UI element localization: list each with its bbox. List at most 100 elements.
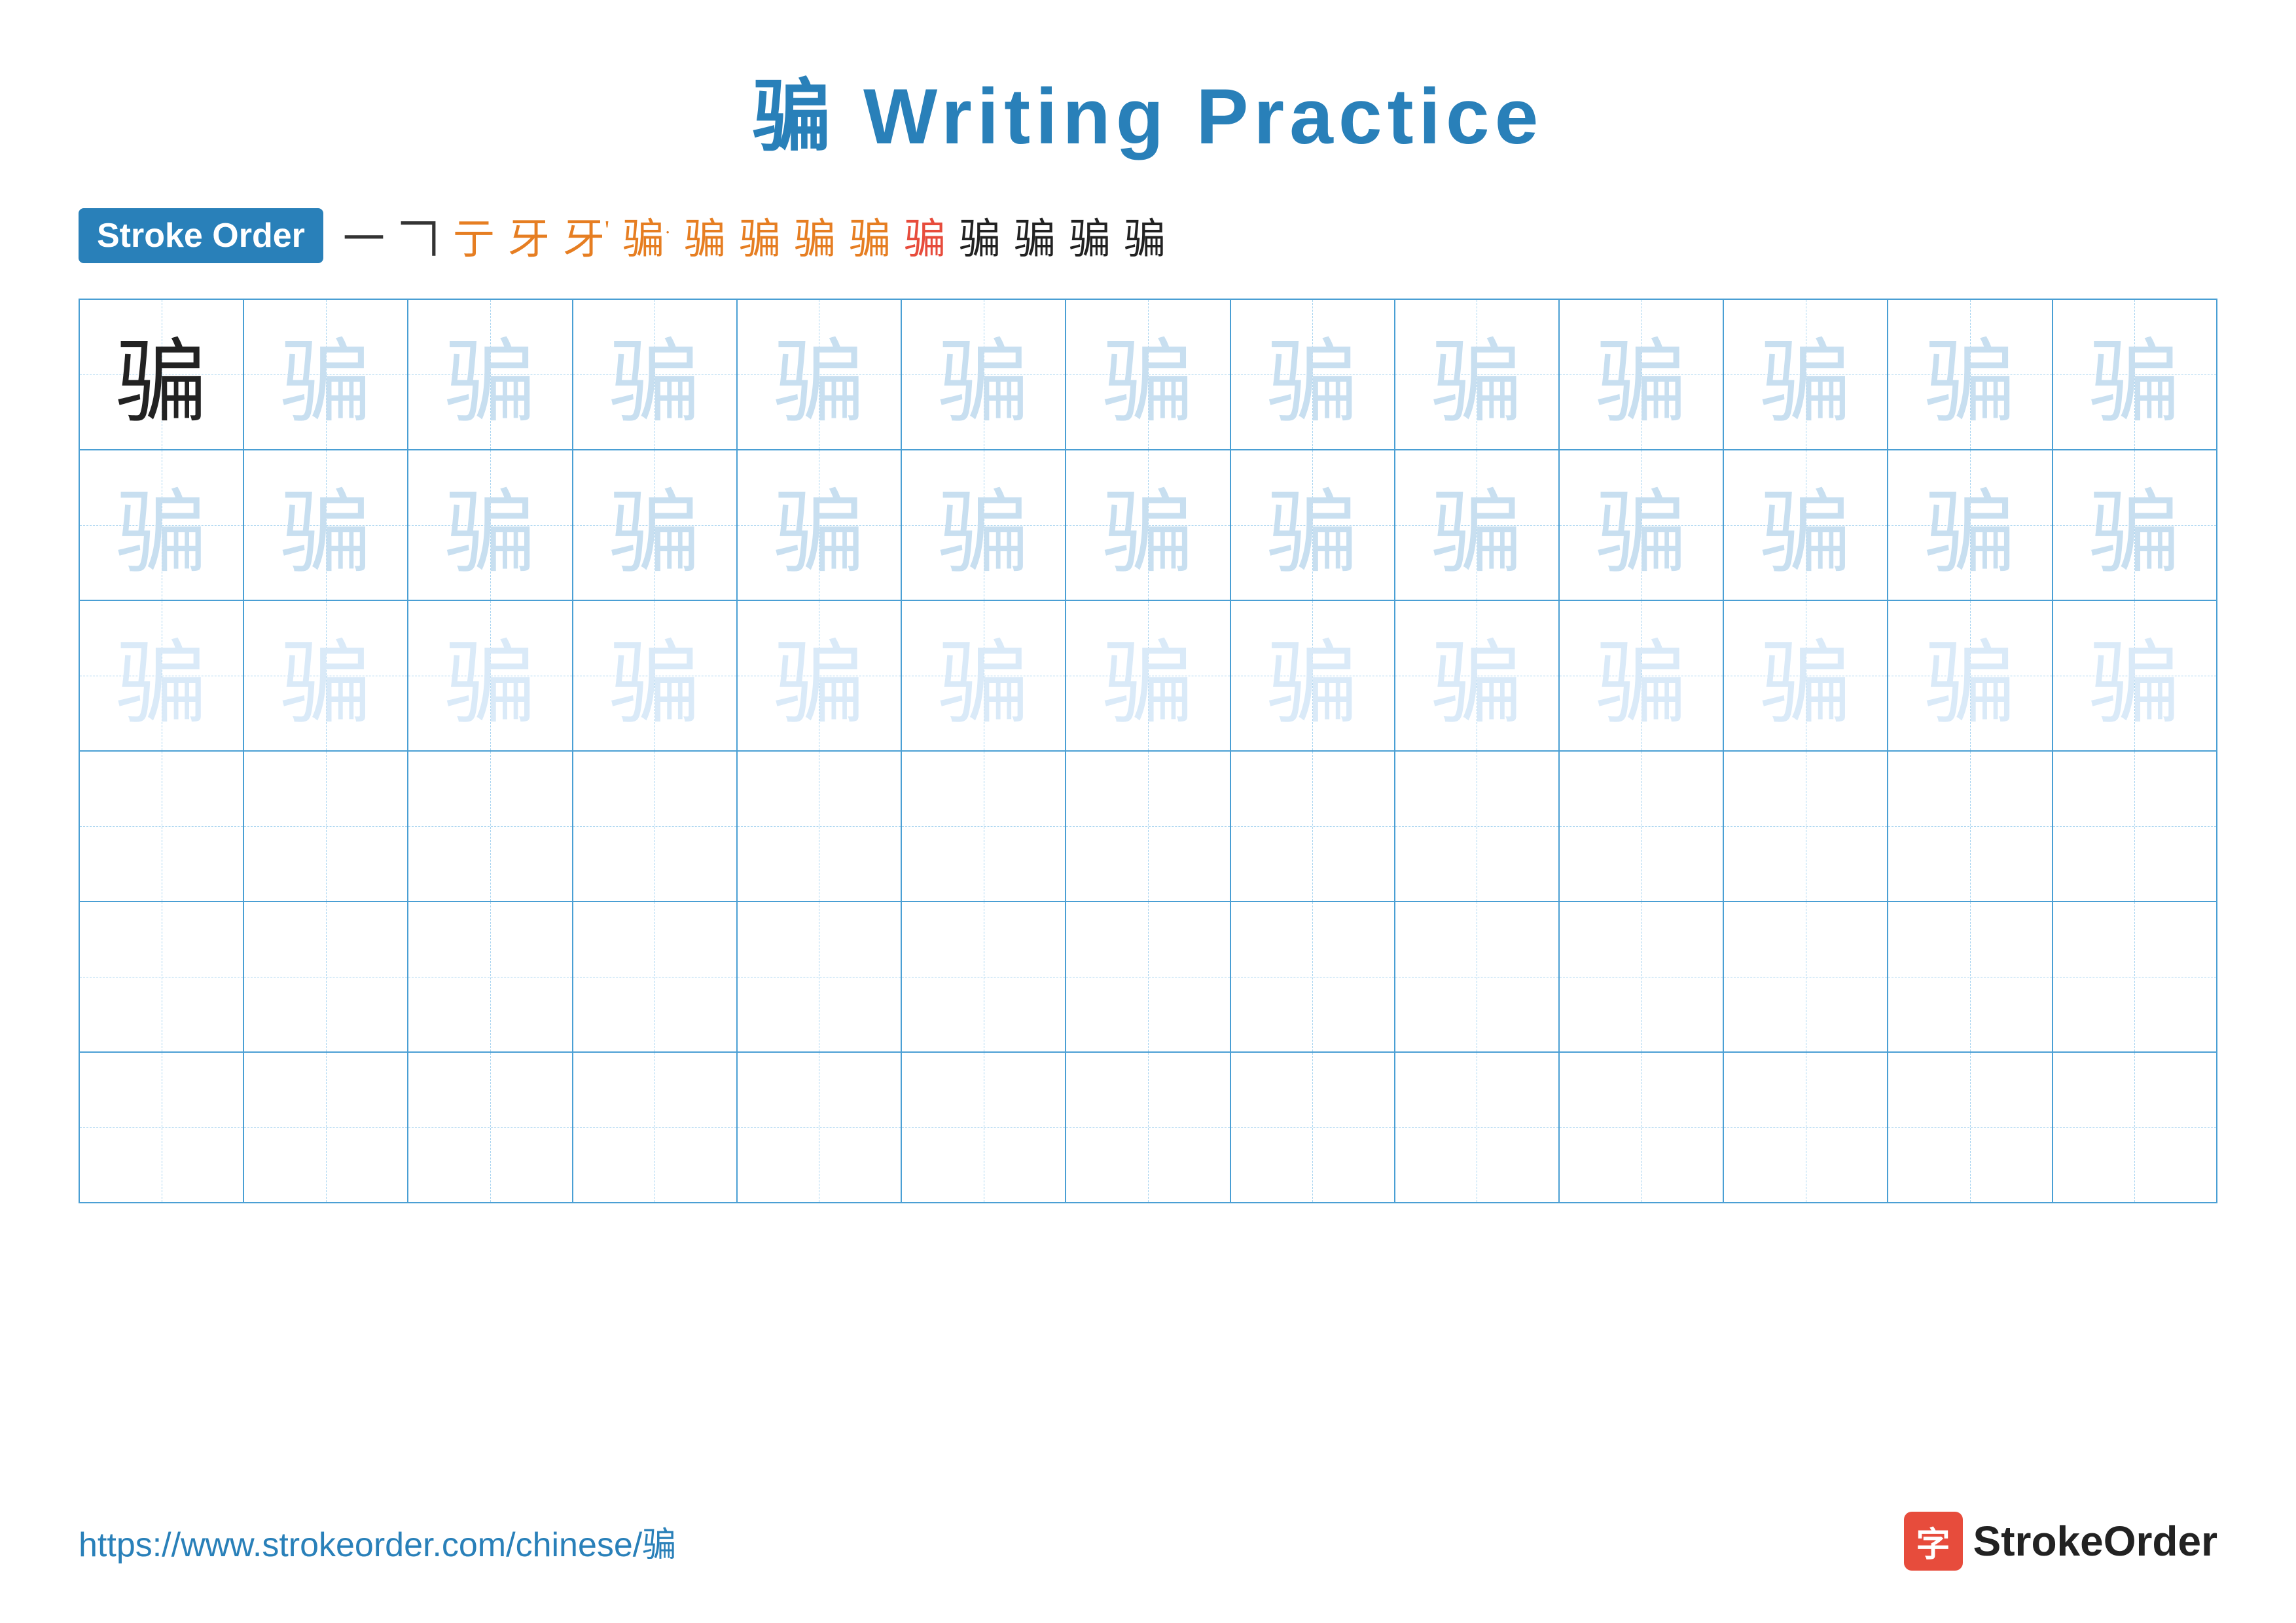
grid-cell-5-1 [79, 902, 243, 1052]
grid-cell-4-11 [1723, 751, 1888, 902]
grid-cell-3-10: 骗 [1559, 600, 1723, 751]
grid-cell-1-4: 骗 [573, 299, 737, 450]
grid-cell-3-5: 骗 [737, 600, 901, 751]
grid-cell-2-12: 骗 [1888, 450, 2052, 600]
grid-cell-3-13: 骗 [2053, 600, 2217, 751]
grid-cell-1-7: 骗 [1066, 299, 1230, 450]
grid-cell-2-13: 骗 [2053, 450, 2217, 600]
grid-cell-3-8: 骗 [1230, 600, 1395, 751]
stroke-8: 骗 [739, 206, 781, 266]
grid-cell-1-10: 骗 [1559, 299, 1723, 450]
grid-row-4 [79, 751, 2217, 902]
stroke-14: 骗 [1069, 206, 1111, 266]
grid-cell-4-10 [1559, 751, 1723, 902]
grid-cell-3-9: 骗 [1395, 600, 1559, 751]
stroke-order-badge: Stroke Order [79, 208, 323, 263]
grid-cell-3-2: 骗 [243, 600, 408, 751]
stroke-4: 牙 [508, 206, 550, 266]
grid-cell-2-5: 骗 [737, 450, 901, 600]
grid-cell-6-1 [79, 1052, 243, 1203]
grid-cell-2-3: 骗 [408, 450, 572, 600]
grid-cell-6-6 [901, 1052, 1066, 1203]
grid-cell-4-5 [737, 751, 901, 902]
grid-cell-6-7 [1066, 1052, 1230, 1203]
grid-cell-3-6: 骗 [901, 600, 1066, 751]
stroke-6: 骗· [622, 206, 671, 266]
grid-cell-3-12: 骗 [1888, 600, 2052, 751]
grid-cell-6-13 [2053, 1052, 2217, 1203]
grid-cell-4-8 [1230, 751, 1395, 902]
stroke-5: 牙' [563, 206, 609, 266]
grid-cell-1-3: 骗 [408, 299, 572, 450]
grid-cell-1-12: 骗 [1888, 299, 2052, 450]
grid-cell-2-6: 骗 [901, 450, 1066, 600]
grid-cell-1-9: 骗 [1395, 299, 1559, 450]
grid-cell-6-3 [408, 1052, 572, 1203]
grid-cell-5-12 [1888, 902, 2052, 1052]
stroke-15: 骗 [1124, 206, 1166, 266]
grid-cell-2-9: 骗 [1395, 450, 1559, 600]
stroke-11: 骗 [904, 206, 946, 266]
page: 骗 Writing Practice Stroke Order 一 𠃍 亍 牙 … [0, 0, 2296, 1623]
footer-url: https://www.strokeorder.com/chinese/骗 [79, 1517, 676, 1566]
grid-cell-2-11: 骗 [1723, 450, 1888, 600]
stroke-10: 骗 [849, 206, 891, 266]
grid-cell-1-5: 骗 [737, 299, 901, 450]
grid-cell-6-12 [1888, 1052, 2052, 1203]
brand-icon: 字 [1904, 1512, 1963, 1571]
grid-cell-2-2: 骗 [243, 450, 408, 600]
grid-cell-3-1: 骗 [79, 600, 243, 751]
grid-cell-5-6 [901, 902, 1066, 1052]
grid-cell-4-7 [1066, 751, 1230, 902]
grid-cell-3-3: 骗 [408, 600, 572, 751]
grid-cell-1-6: 骗 [901, 299, 1066, 450]
grid-cell-1-13: 骗 [2053, 299, 2217, 450]
grid-cell-1-8: 骗 [1230, 299, 1395, 450]
grid-cell-4-6 [901, 751, 1066, 902]
grid-row-2: 骗 骗 骗 骗 骗 骗 骗 骗 骗 骗 骗 骗 骗 [79, 450, 2217, 600]
grid-cell-2-4: 骗 [573, 450, 737, 600]
grid-cell-5-13 [2053, 902, 2217, 1052]
grid-row-3: 骗 骗 骗 骗 骗 骗 骗 骗 骗 骗 骗 骗 骗 [79, 600, 2217, 751]
grid-cell-2-1: 骗 [79, 450, 243, 600]
grid-row-6 [79, 1052, 2217, 1203]
grid-cell-6-10 [1559, 1052, 1723, 1203]
grid-cell-5-2 [243, 902, 408, 1052]
grid-cell-1-1: 骗 [79, 299, 243, 450]
stroke-9: 骗 [794, 206, 836, 266]
grid-cell-5-3 [408, 902, 572, 1052]
grid-cell-1-2: 骗 [243, 299, 408, 450]
grid-cell-6-5 [737, 1052, 901, 1203]
stroke-3: 亍 [453, 206, 495, 266]
footer: https://www.strokeorder.com/chinese/骗 字 … [79, 1512, 2217, 1571]
grid-row-1: 骗 骗 骗 骗 骗 骗 骗 骗 骗 骗 骗 骗 骗 [79, 299, 2217, 450]
page-title: 骗 Writing Practice [79, 52, 2217, 166]
grid-cell-4-3 [408, 751, 572, 902]
grid-cell-2-10: 骗 [1559, 450, 1723, 600]
stroke-13: 骗 [1014, 206, 1056, 266]
grid-cell-6-11 [1723, 1052, 1888, 1203]
grid-cell-5-5 [737, 902, 901, 1052]
grid-cell-3-4: 骗 [573, 600, 737, 751]
grid-cell-1-11: 骗 [1723, 299, 1888, 450]
stroke-2: 𠃍 [398, 206, 440, 266]
practice-grid: 骗 骗 骗 骗 骗 骗 骗 骗 骗 骗 骗 骗 骗 骗 骗 骗 骗 骗 骗 骗 … [79, 299, 2217, 1203]
grid-cell-5-9 [1395, 902, 1559, 1052]
grid-cell-6-8 [1230, 1052, 1395, 1203]
grid-cell-5-11 [1723, 902, 1888, 1052]
stroke-sequence: 一 𠃍 亍 牙 牙' 骗· 骗 骗 骗 骗 骗 骗 骗 骗 骗 [343, 206, 1166, 266]
grid-cell-5-4 [573, 902, 737, 1052]
grid-cell-6-2 [243, 1052, 408, 1203]
footer-brand: 字 StrokeOrder [1904, 1512, 2217, 1571]
stroke-order-row: Stroke Order 一 𠃍 亍 牙 牙' 骗· 骗 骗 骗 骗 骗 骗 骗… [79, 206, 2217, 266]
grid-cell-5-10 [1559, 902, 1723, 1052]
grid-cell-4-13 [2053, 751, 2217, 902]
grid-cell-3-7: 骗 [1066, 600, 1230, 751]
stroke-12: 骗 [959, 206, 1001, 266]
stroke-1: 一 [343, 206, 385, 266]
grid-cell-3-11: 骗 [1723, 600, 1888, 751]
grid-cell-4-2 [243, 751, 408, 902]
grid-cell-6-4 [573, 1052, 737, 1203]
grid-cell-6-9 [1395, 1052, 1559, 1203]
grid-row-5 [79, 902, 2217, 1052]
